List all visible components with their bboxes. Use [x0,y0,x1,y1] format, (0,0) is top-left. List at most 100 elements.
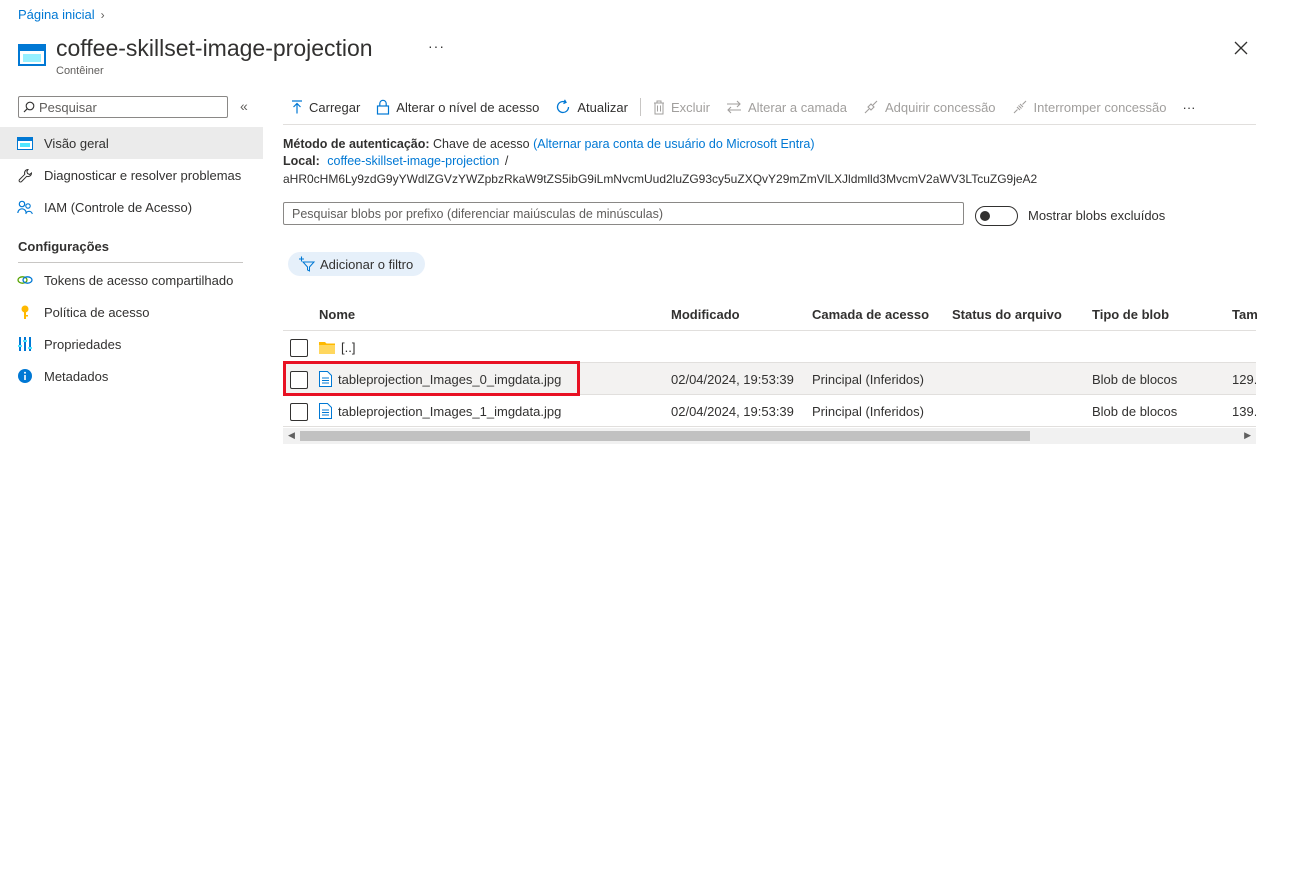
break-lease-label: Interromper concessão [1033,99,1167,115]
link-icon [16,271,34,289]
chevron-right-icon: › [100,7,105,22]
blob-prefix-search-input[interactable] [283,202,964,225]
close-button[interactable] [1229,36,1253,60]
acquire-lease-button[interactable]: Adquirir concessão [855,92,1004,122]
column-header-modified[interactable]: Modificado [671,307,740,322]
close-icon [1234,41,1248,55]
row-checkbox[interactable] [290,371,308,389]
sidebar-item-label: IAM (Controle de Acesso) [44,199,193,215]
scrollbar-thumb[interactable] [300,431,1030,441]
show-deleted-blobs-label: Mostrar blobs excluídos [1028,208,1166,223]
switch-auth-link[interactable]: (Alternar para conta de usuário do Micro… [533,137,814,151]
add-filter-button[interactable]: Adicionar o filtro [288,252,426,276]
show-deleted-blobs-toggle[interactable] [975,206,1018,226]
key-icon [16,303,34,321]
lease-icon [864,100,878,114]
change-access-level-button[interactable]: Alterar o nível de acesso [368,92,547,122]
lock-icon [377,99,390,115]
toolbar-divider [639,98,641,116]
blob-table: Nome Modificado Camada de acesso Status … [283,298,1258,428]
breadcrumb-home-link[interactable]: Página inicial [18,7,95,22]
row-checkbox[interactable] [290,403,308,421]
row-checkbox[interactable] [290,339,308,357]
folder-name-link[interactable]: [..] [341,340,355,355]
break-lease-icon [1013,100,1026,114]
refresh-icon [557,99,570,114]
change-tier-label: Alterar a camada [747,99,847,115]
page-subtitle: Contêiner [56,65,104,77]
sidebar-item-diagnose[interactable]: Diagnosticar e resolver problemas [0,159,263,191]
location-separator: / [504,154,509,168]
upload-button[interactable]: Carregar [283,92,368,122]
break-lease-button[interactable]: Interromper concessão [1004,92,1175,122]
people-icon [16,198,34,216]
horizontal-scrollbar[interactable]: ◀ ▶ [283,428,1256,444]
sidebar-item-metadata[interactable]: Metadados [0,360,263,392]
column-header-blob-type[interactable]: Tipo de blob [1092,307,1169,322]
access-tier-cell: Principal (Inferidos) [812,403,924,419]
container-icon [18,44,46,66]
size-cell: 139. [1232,403,1256,419]
page-title: coffee-skillset-image-projection [56,35,373,61]
auth-method-label: Método de autenticação: [283,137,430,151]
location: Local: coffee-skillset-image-projection … [283,154,508,168]
location-path: aHR0cHM6Ly9zdG9yYWdlZGVzYWZpbzRkaW9tZS5i… [283,172,1038,186]
modified-cell: 02/04/2024, 19:53:39 [671,371,794,387]
change-tier-button[interactable]: Alterar a camada [718,92,855,122]
location-container-link[interactable]: coffee-skillset-image-projection [327,154,499,168]
auth-method-value: Chave de acesso [433,137,530,151]
collapse-sidebar-button[interactable]: « [240,98,248,114]
sidebar-section-title: Configurações [18,239,110,254]
add-filter-label: Adicionar o filtro [320,256,414,272]
delete-label: Excluir [670,99,710,115]
column-header-size[interactable]: Tam [1232,307,1258,322]
name-cell: [..] [319,331,355,363]
change-access-level-label: Alterar o nível de acesso [396,99,540,115]
bars-icon [16,335,34,353]
toolbar-more-button[interactable]: ··· [1174,92,1203,122]
sidebar-item-sas-tokens[interactable]: Tokens de acesso compartilhado [0,264,263,296]
search-icon [23,101,35,113]
file-name-link[interactable]: tableprojection_Images_0_imgdata.jpg [338,372,561,387]
table-row[interactable]: tableprojection_Images_0_imgdata.jpg 02/… [283,363,1256,395]
delete-button[interactable]: Excluir [645,92,718,122]
name-cell: tableprojection_Images_0_imgdata.jpg [319,363,561,395]
scroll-right-icon[interactable]: ▶ [1244,430,1251,441]
sidebar-item-overview[interactable]: Visão geral [0,127,263,159]
sidebar-item-label: Metadados [44,368,109,384]
table-row[interactable]: [..] [283,331,1256,363]
upload-icon [292,100,302,114]
location-label: Local: [283,154,320,168]
sidebar-search[interactable] [18,96,228,118]
name-cell: tableprojection_Images_1_imgdata.jpg [319,395,561,427]
wrench-icon [16,166,34,184]
auth-method: Método de autenticação: Chave de acesso … [283,137,815,151]
folder-icon [319,341,335,354]
refresh-button[interactable]: Atualizar [547,92,636,122]
sidebar-item-label: Propriedades [44,336,122,352]
column-header-archive-status[interactable]: Status do arquivo [952,307,1062,322]
file-name-link[interactable]: tableprojection_Images_1_imgdata.jpg [338,404,561,419]
breadcrumb: Página inicial › [18,7,105,22]
column-header-access-tier[interactable]: Camada de acesso [812,307,929,322]
column-header-name[interactable]: Nome [319,307,355,322]
sidebar-item-properties[interactable]: Propriedades [0,328,263,360]
acquire-lease-label: Adquirir concessão [884,99,996,115]
sidebar-item-label: Tokens de acesso compartilhado [44,272,234,288]
file-icon [319,403,332,419]
container-icon [16,134,34,152]
sidebar-item-label: Diagnosticar e resolver problemas [44,167,242,183]
more-options-button[interactable]: ··· [428,38,445,54]
sidebar-item-label: Política de acesso [44,304,150,320]
blob-type-cell: Blob de blocos [1092,371,1178,387]
sidebar-item-access-policy[interactable]: Política de acesso [0,296,263,328]
sidebar-item-label: Visão geral [44,135,109,151]
modified-cell: 02/04/2024, 19:53:39 [671,403,794,419]
scroll-left-icon[interactable]: ◀ [288,430,295,441]
blob-type-cell: Blob de blocos [1092,403,1178,419]
sidebar-search-input[interactable] [35,99,215,115]
size-cell: 129. [1232,371,1256,387]
sidebar-item-iam[interactable]: IAM (Controle de Acesso) [0,191,263,223]
upload-label: Carregar [309,99,361,115]
table-row[interactable]: tableprojection_Images_1_imgdata.jpg 02/… [283,395,1256,427]
